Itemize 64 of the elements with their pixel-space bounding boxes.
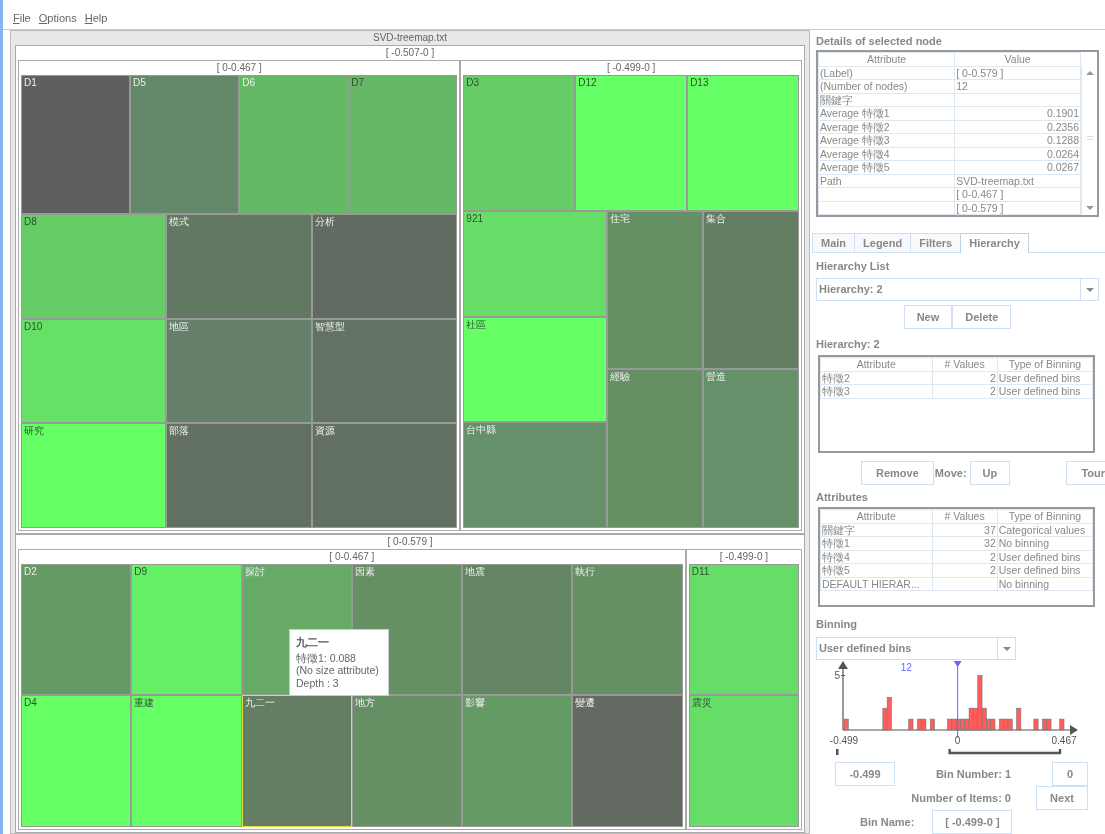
bin-count-label: 12 (900, 662, 912, 673)
tooltip-line: Depth : 3 (296, 676, 340, 689)
table-cell: 關鍵字 (818, 93, 955, 107)
axis-label: 0.467 (1051, 735, 1077, 746)
section-title: Hierarchy: 2 (816, 337, 881, 352)
table-cell: 0.0267 (954, 160, 1081, 174)
item-count-label: Number of Items: 0 (911, 790, 1011, 806)
table-cell: 特徵1 (820, 536, 932, 551)
tooltip-title: 九二一 (296, 636, 330, 649)
table-cell: 0.2356 (954, 120, 1081, 134)
table-cell: 2 (932, 563, 998, 578)
table-cell: Average 特徵2 (818, 120, 955, 134)
table-cell: 特徵2 (820, 371, 932, 385)
group-label: [ 0-0.579 ] (386, 534, 434, 549)
bin-number-label: Bin Number: 1 (934, 766, 1013, 782)
table-cell: 0.1288 (954, 133, 1081, 147)
table-cell: Average 特徵5 (818, 160, 955, 174)
section-title: Hierarchy List (816, 259, 891, 274)
table-cell: 12 (954, 79, 1081, 93)
table-cell: 0.0264 (954, 147, 1081, 161)
table-cell: [ 0-0.467 ] (954, 187, 1081, 201)
section-title: Attributes (816, 490, 869, 505)
table-cell: Average 特徵4 (818, 147, 955, 161)
table-cell: (Label) (818, 66, 955, 80)
table-cell: No binning (997, 536, 1093, 551)
table-cell: 37 (932, 523, 998, 537)
table-cell: User defined bins (997, 371, 1093, 385)
dropdown-value: User defined bins (818, 641, 913, 657)
table-cell: 2 (932, 371, 998, 385)
table-cell: (Number of nodes) (818, 79, 955, 93)
group-label: [ 0-0.467 ] (215, 61, 263, 75)
table-cell: 32 (932, 536, 998, 551)
table-cell: 特徵3 (820, 384, 932, 399)
group-label: [ -0.499-0 ] (718, 549, 770, 564)
table-cell: 0.1901 (954, 106, 1081, 120)
section-title: Binning (816, 617, 858, 631)
bin-name-label: Bin Name: (860, 814, 915, 830)
group-label: [ 0-0.467 ] (328, 549, 376, 564)
table-cell: User defined bins (997, 563, 1093, 578)
table-cell: User defined bins (997, 550, 1093, 564)
table-cell: [ 0-0.579 ] (954, 66, 1081, 80)
group-label: [ -0.507-0 ] (384, 46, 436, 60)
axis-label: -0.499 (829, 735, 859, 746)
table-cell: Average 特徵1 (818, 106, 955, 120)
table-cell: 特徵4 (820, 550, 932, 564)
window-title: SVD-treemap.txt (372, 31, 448, 45)
group-label: [ -0.499-0 ] (606, 61, 657, 75)
table-cell: User defined bins (997, 384, 1093, 399)
table-cell: No binning (997, 577, 1093, 591)
axis-label: 5 (834, 670, 840, 682)
section-title: Details of selected node (816, 34, 943, 48)
table-cell: Path (818, 174, 955, 188)
table-cell: SVD-treemap.txt (954, 174, 1081, 188)
table-cell: 2 (932, 550, 998, 564)
dropdown-value: Hierarchy: 2 (818, 282, 884, 298)
table-cell: 特徵5 (820, 563, 932, 578)
axis-label: 0 (954, 735, 961, 746)
table-cell: 關鍵字 (820, 523, 932, 537)
move-label: Move: (934, 465, 967, 481)
table-cell: DEFAULT HIERAR... (820, 577, 932, 591)
table-cell: Average 特徵3 (818, 133, 955, 147)
table-cell: Categorical values (997, 523, 1093, 537)
table-cell: 2 (932, 384, 998, 399)
table-cell: [ 0-0.579 ] (954, 201, 1081, 215)
